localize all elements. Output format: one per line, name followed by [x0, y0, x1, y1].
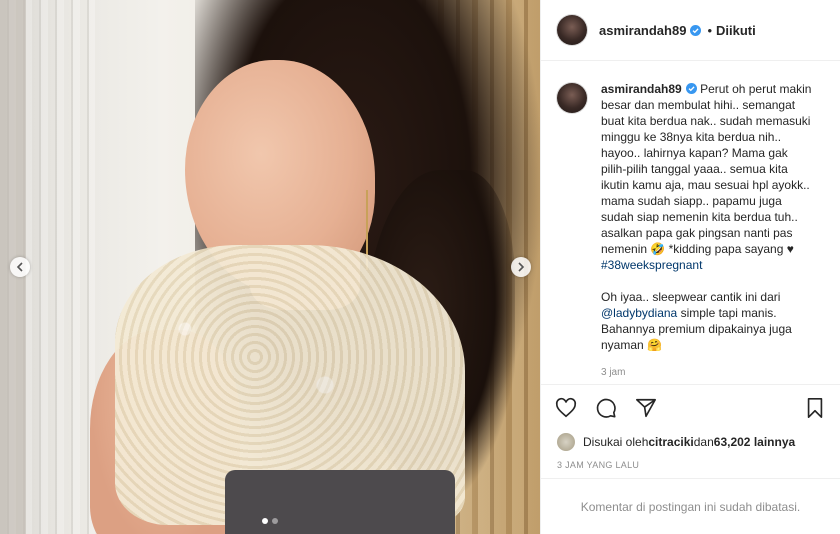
mention-link[interactable]: @ladybydiana [601, 306, 677, 320]
caption: asmirandah89 Perut oh perut makin besar … [557, 81, 824, 381]
header-separator: • [707, 22, 712, 38]
chevron-left-icon [16, 262, 23, 272]
like-button[interactable] [554, 396, 578, 420]
caption-text-2a: Oh iyaa.. sleepwear cantik ini dari [601, 290, 784, 304]
header-username[interactable]: asmirandah89 [599, 23, 686, 38]
caption-text: Perut oh perut makin besar dan membulat … [601, 82, 815, 256]
caption-avatar[interactable] [557, 83, 587, 113]
liker-username[interactable]: citraciki [648, 435, 693, 449]
likes-prefix: Disukai oleh [583, 435, 649, 449]
post-timestamp[interactable]: 3 JAM YANG LALU [541, 454, 840, 478]
carousel-indicator [0, 518, 540, 524]
comment-button[interactable] [594, 396, 618, 420]
likes-middle: dan [693, 435, 714, 449]
verified-badge-icon [685, 83, 697, 94]
post-header: asmirandah89 • Diikuti [541, 0, 840, 61]
share-icon [636, 398, 656, 417]
caption-time[interactable]: 3 jam [601, 365, 816, 381]
post-photo[interactable] [0, 0, 540, 534]
caption-username[interactable]: asmirandah89 [601, 82, 682, 96]
heart-icon [555, 397, 577, 417]
caption-paragraph-1: asmirandah89 Perut oh perut makin besar … [601, 81, 816, 273]
carousel-dot [262, 518, 268, 524]
post-side-panel: asmirandah89 • Diikuti asmirandah89 Peru… [540, 0, 840, 534]
liker-avatar[interactable] [557, 433, 575, 451]
dress [225, 470, 455, 534]
comment-icon [596, 398, 616, 418]
action-bar [541, 384, 840, 430]
caption-body: asmirandah89 Perut oh perut makin besar … [601, 81, 816, 381]
save-button[interactable] [803, 396, 827, 420]
carousel-dot [272, 518, 278, 524]
share-button[interactable] [634, 396, 658, 420]
bookmark-icon [807, 397, 823, 418]
carousel-prev-button[interactable] [10, 257, 30, 277]
hashtag-link[interactable]: #38weekspregnant [601, 258, 702, 272]
carousel-next-button[interactable] [511, 257, 531, 277]
comments-disabled-notice: Komentar di postingan ini sudah dibatasi… [541, 478, 840, 534]
verified-badge-icon [690, 24, 702, 36]
likes-count[interactable]: 63,202 lainnya [714, 435, 795, 449]
instagram-post: asmirandah89 • Diikuti asmirandah89 Peru… [0, 0, 840, 534]
chevron-right-icon [518, 262, 525, 272]
avatar[interactable] [557, 15, 587, 45]
follow-status-button[interactable]: Diikuti [716, 23, 756, 38]
likes-summary: Disukai oleh citraciki dan 63,202 lainny… [541, 430, 840, 454]
caption-paragraph-2: Oh iyaa.. sleepwear cantik ini dari @lad… [601, 289, 816, 353]
comments-area: asmirandah89 Perut oh perut makin besar … [541, 61, 840, 384]
